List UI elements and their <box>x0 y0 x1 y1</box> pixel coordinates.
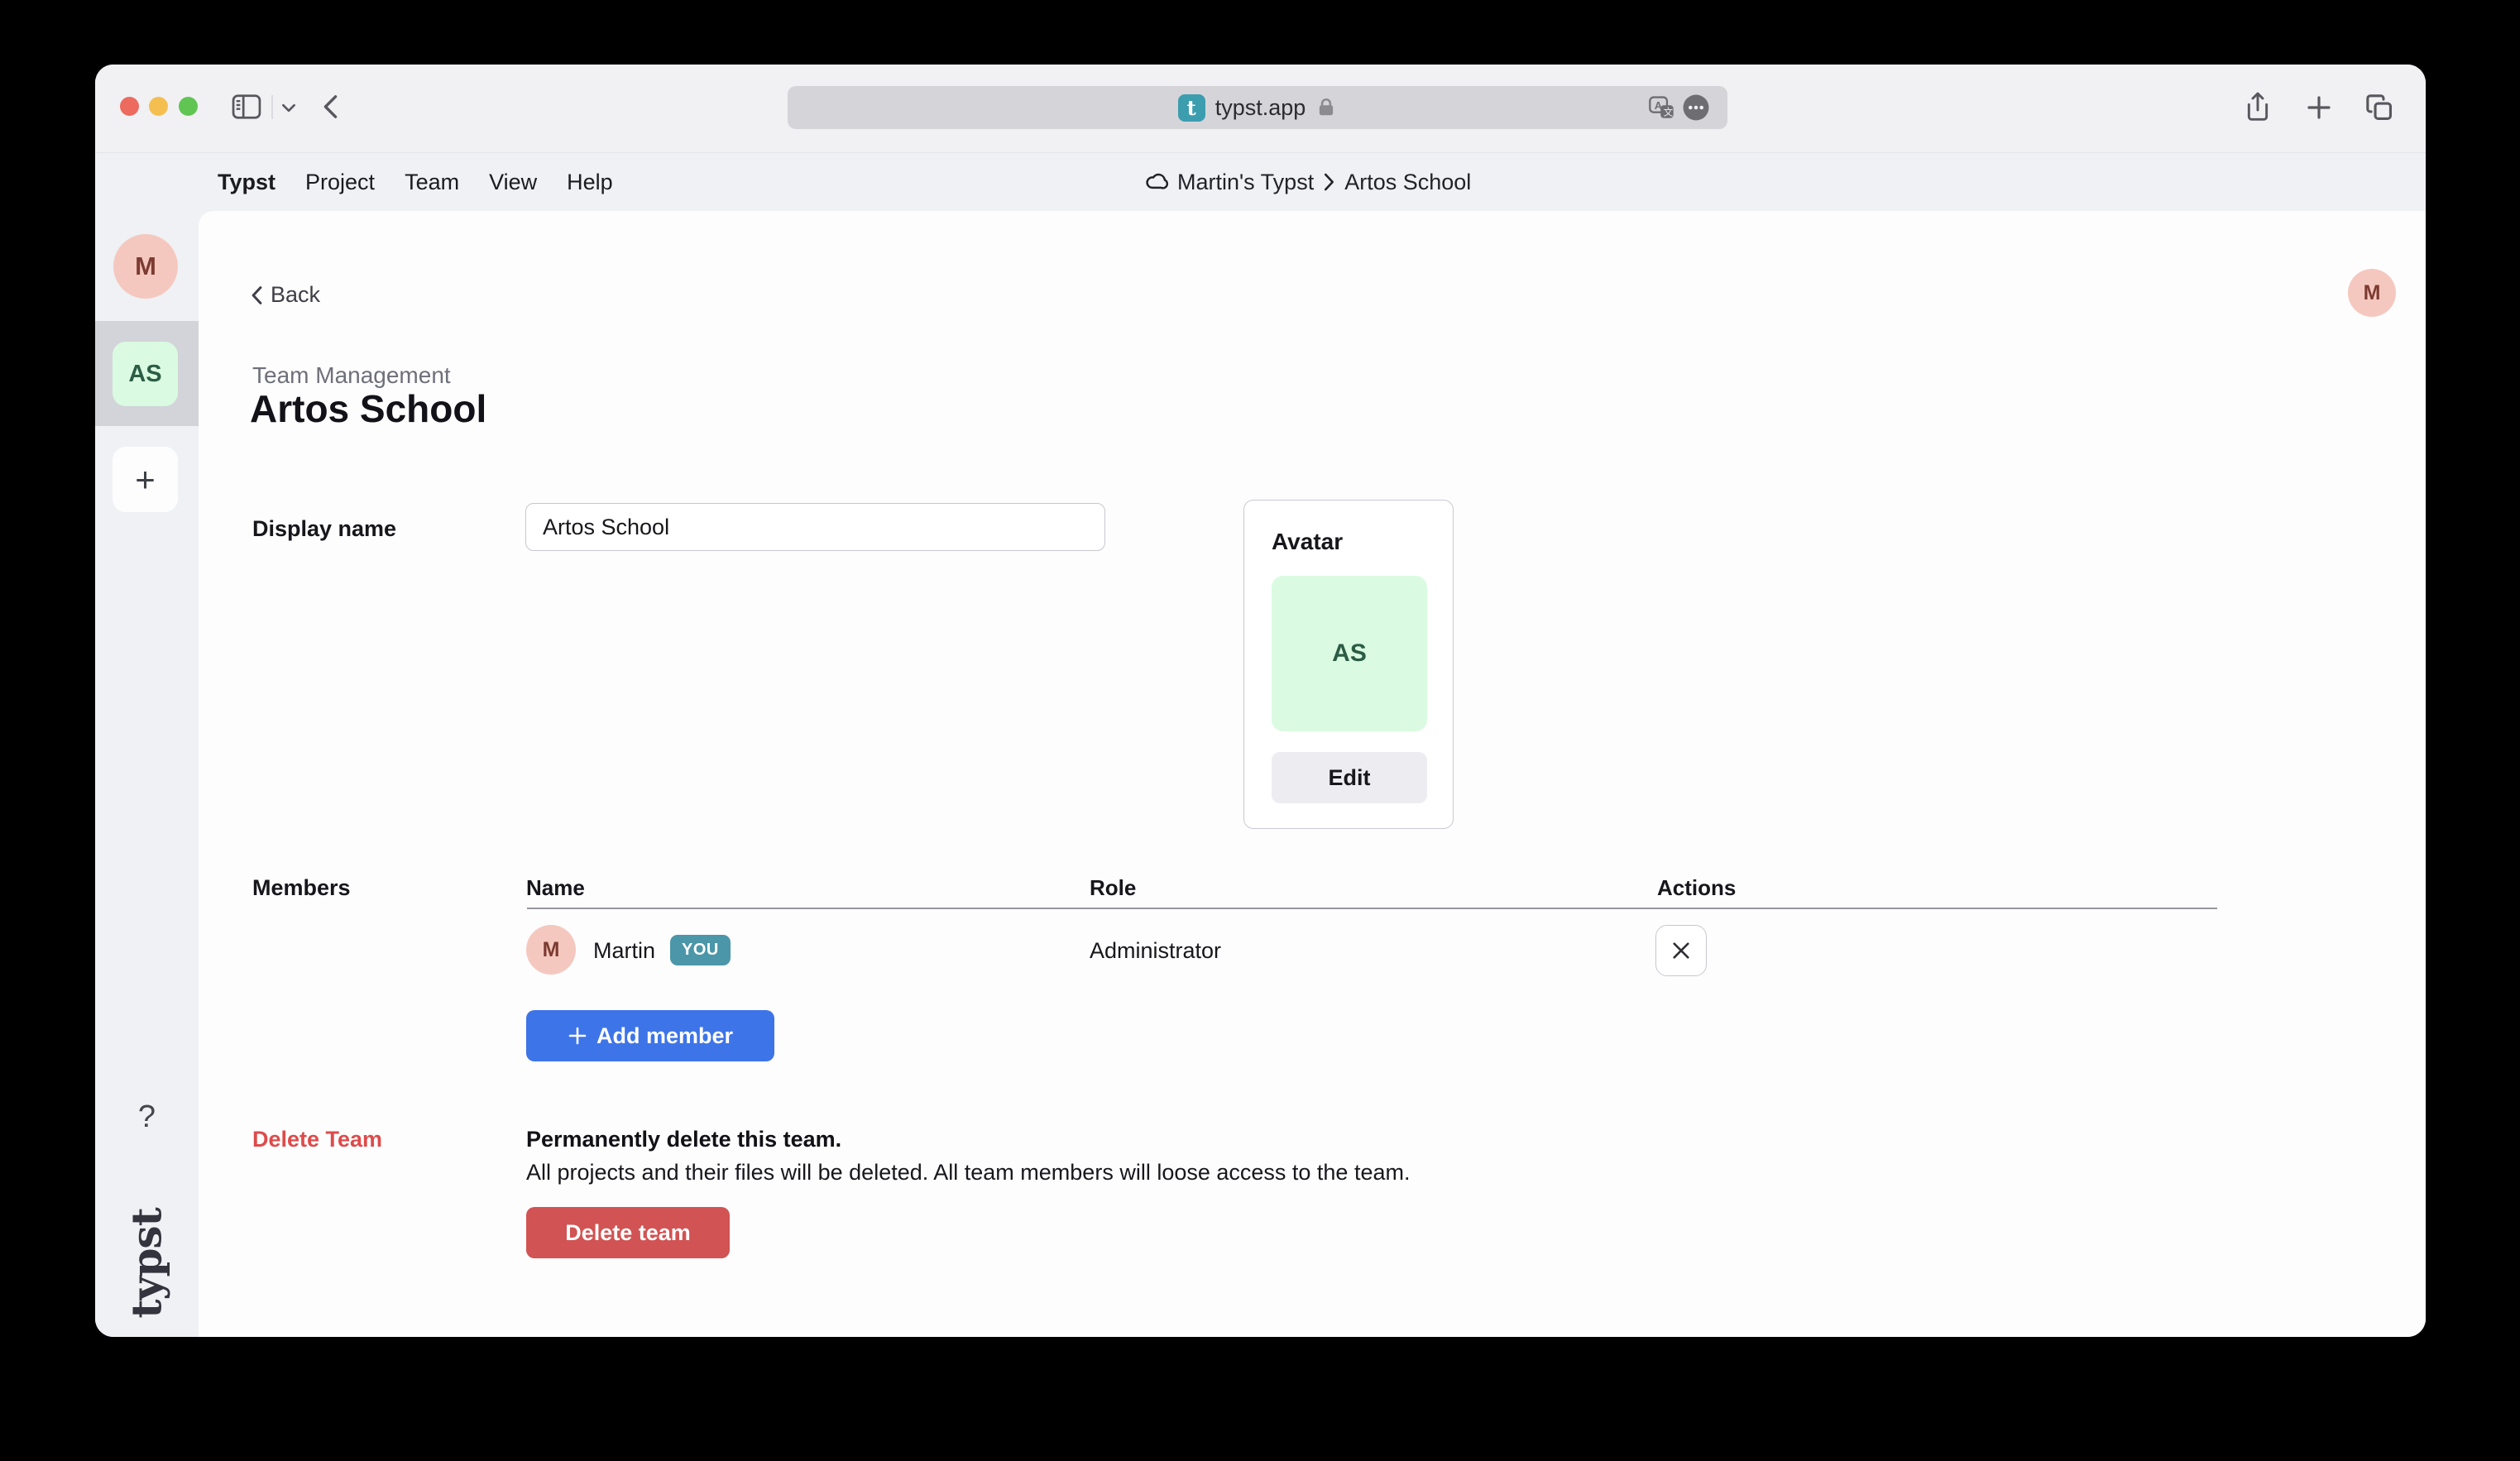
column-header-actions: Actions <box>1657 875 1736 901</box>
question-mark-icon: ? <box>138 1099 156 1134</box>
history-back-button[interactable] <box>315 89 345 124</box>
app-menu-bar: Typst Project Team View Help <box>218 153 613 211</box>
minimize-window-button[interactable] <box>149 97 168 116</box>
browser-window: t typst.app A 文 <box>95 65 2426 1337</box>
lock-icon <box>1315 97 1337 118</box>
address-bar[interactable]: t typst.app A 文 <box>788 86 1727 129</box>
add-member-button[interactable]: Add member <box>526 1010 774 1061</box>
sidebar-toggle-icon <box>232 94 261 119</box>
plus-icon: + <box>135 460 156 500</box>
column-header-name: Name <box>526 875 585 901</box>
page-title: Artos School <box>250 386 486 431</box>
new-tab-button[interactable] <box>2302 91 2336 124</box>
svg-text:文: 文 <box>1664 106 1674 117</box>
page-settings-icon[interactable] <box>1683 94 1709 121</box>
share-icon <box>2245 91 2271 122</box>
close-icon <box>1670 940 1692 961</box>
team-avatar-preview: AS <box>1272 576 1427 731</box>
members-label: Members <box>252 875 351 901</box>
back-label: Back <box>271 282 320 308</box>
breadcrumb: Martin's Typst Artos School <box>1142 153 1471 211</box>
user-menu-avatar[interactable]: M <box>2348 269 2396 317</box>
section-eyebrow: Team Management <box>252 362 451 389</box>
chevron-left-icon <box>251 285 263 306</box>
sidebar-toggle-button[interactable] <box>230 90 263 123</box>
menu-item-view[interactable]: View <box>489 170 537 195</box>
delete-team-button[interactable]: Delete team <box>526 1207 730 1258</box>
menu-item-team[interactable]: Team <box>405 170 459 195</box>
breadcrumb-workspace[interactable]: Martin's Typst <box>1177 170 1314 195</box>
member-role: Administrator <box>1090 938 1221 964</box>
remove-member-button[interactable] <box>1655 925 1707 976</box>
display-name-input[interactable] <box>525 503 1105 551</box>
rail-team-initials: AS <box>128 361 161 388</box>
sidebar-menu-button[interactable] <box>278 98 299 117</box>
menu-item-project[interactable]: Project <box>305 170 375 195</box>
delete-team-description: All projects and their files will be del… <box>526 1160 1410 1186</box>
favicon-letter: t <box>1187 96 1196 120</box>
chevron-left-icon <box>323 94 338 119</box>
browser-toolbar: t typst.app A 文 <box>95 65 2426 153</box>
zoom-window-button[interactable] <box>179 97 198 116</box>
share-button[interactable] <box>2240 88 2275 126</box>
back-link[interactable]: Back <box>251 282 320 308</box>
add-member-label: Add member <box>596 1023 733 1049</box>
cloud-icon <box>1142 170 1168 194</box>
tab-overview-button[interactable] <box>2362 91 2397 124</box>
translate-icon[interactable]: A 文 <box>1649 96 1674 120</box>
plus-icon <box>568 1026 587 1046</box>
close-window-button[interactable] <box>120 97 139 116</box>
team-management-panel: Back M Team Management Artos School Disp… <box>199 211 2426 1337</box>
edit-avatar-button[interactable]: Edit <box>1272 752 1427 803</box>
toolbar-divider <box>271 95 273 119</box>
app-header: Typst Project Team View Help Martin's Ty… <box>95 153 2426 211</box>
typst-wordmark: typst <box>122 1208 171 1318</box>
rail-user-avatar[interactable]: M <box>113 234 178 299</box>
help-button[interactable]: ? <box>95 1099 199 1135</box>
you-badge: YOU <box>670 935 731 965</box>
url-text: typst.app <box>1215 95 1306 121</box>
user-menu-initial: M <box>2364 281 2381 305</box>
breadcrumb-current[interactable]: Artos School <box>1344 170 1471 195</box>
site-favicon: t <box>1178 94 1205 122</box>
chevron-right-icon <box>1323 172 1335 192</box>
team-rail: M AS + ? typst <box>95 211 199 1337</box>
team-avatar-initials: AS <box>1332 639 1367 668</box>
table-header-divider <box>527 908 2217 909</box>
member-name: Martin <box>593 938 655 964</box>
typst-app-page: Typst Project Team View Help Martin's Ty… <box>95 153 2426 1337</box>
avatar-card-title: Avatar <box>1272 529 1343 555</box>
plus-icon <box>2306 94 2332 121</box>
menu-item-help[interactable]: Help <box>567 170 613 195</box>
menu-item-typst[interactable]: Typst <box>218 170 275 195</box>
member-initial: M <box>543 938 560 962</box>
add-team-button[interactable]: + <box>113 447 178 512</box>
chevron-down-icon <box>281 103 296 113</box>
display-name-label: Display name <box>252 516 396 542</box>
tabs-icon <box>2365 93 2393 122</box>
rail-team-avatar-artos-school[interactable]: AS <box>113 342 178 406</box>
delete-team-heading: Permanently delete this team. <box>526 1127 841 1152</box>
member-avatar: M <box>526 925 576 975</box>
delete-team-section-label: Delete Team <box>252 1127 382 1152</box>
rail-user-initial: M <box>135 251 156 281</box>
avatar-card: Avatar AS Edit <box>1243 500 1454 829</box>
column-header-role: Role <box>1090 875 1136 901</box>
